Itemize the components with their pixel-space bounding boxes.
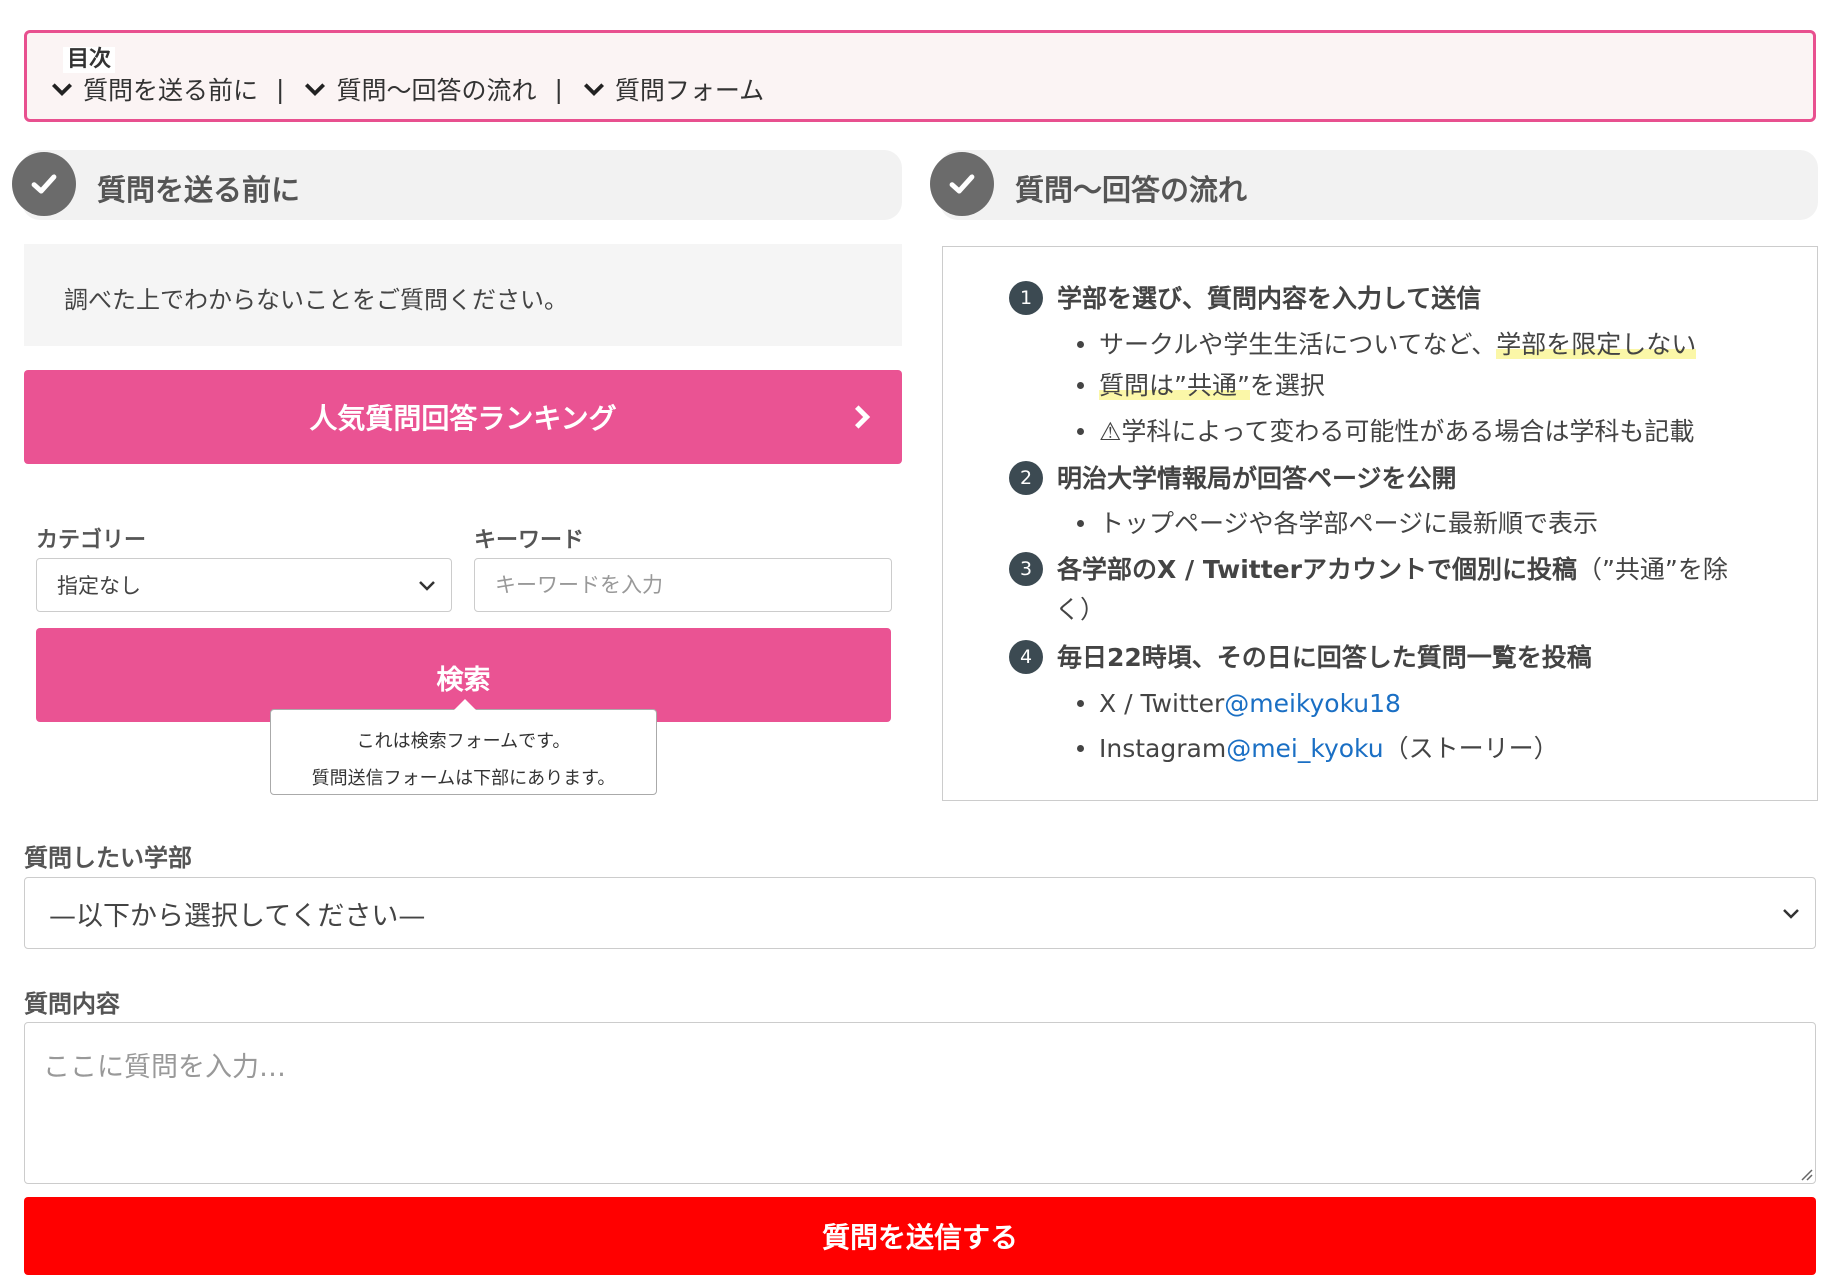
list-item: X / Twitter@meikyoku18 [1077, 683, 1401, 724]
chevron-down-icon [419, 581, 435, 591]
toc-item-flow[interactable]: 質問〜回答の流れ [302, 71, 536, 107]
faculty-label: 質問したい学部 [24, 844, 192, 872]
step-note: （”共通”を除 [1576, 555, 1728, 584]
step-2: 2 明治大学情報局が回答ページを公開 [1009, 459, 1457, 499]
bullet-text: サークルや学生生活についてなど、 [1099, 330, 1497, 359]
tooltip-line: 質問送信フォームは下部にあります。 [311, 768, 616, 789]
bullet-text: を選択 [1249, 371, 1325, 400]
chevron-down-icon [305, 83, 326, 97]
keyword-label: キーワード [474, 528, 585, 553]
check-icon [930, 152, 994, 216]
toc-items: 質問を送る前に | 質問〜回答の流れ | 質問フォーム [49, 69, 764, 109]
category-label: カテゴリー [36, 528, 147, 553]
list-item: サークルや学生生活についてなど、学部を限定しない [1076, 324, 1697, 365]
toc-separator: | [554, 74, 563, 104]
resize-handle-icon[interactable] [1797, 1165, 1813, 1181]
toc-item-before-question[interactable]: 質問を送る前に [49, 71, 258, 107]
step-number-badge: 3 [1009, 552, 1043, 586]
faculty-select[interactable]: —以下から選択してください— [24, 877, 1816, 949]
list-item: Instagram@mei_kyoku（ストーリー） [1077, 728, 1559, 769]
category-select-value: 指定なし [57, 574, 141, 598]
content-label: 質問内容 [24, 990, 120, 1018]
info-box: 調べた上でわからないことをご質問ください。 [24, 244, 902, 346]
bullet-text: Instagram [1099, 734, 1227, 763]
search-button-label: 検索 [436, 665, 491, 696]
step-number-badge: 1 [1009, 281, 1043, 315]
instagram-link[interactable]: @mei_kyoku [1226, 734, 1383, 763]
list-item: トップページや各学部ページに最新順で表示 [1076, 503, 1599, 544]
chevron-down-icon [583, 83, 604, 97]
bullet-text: X / Twitter [1099, 689, 1225, 718]
submit-button-label: 質問を送信する [821, 1221, 1018, 1254]
step-4: 4 毎日22時頃、その日に回答した質問一覧を投稿 [1009, 638, 1592, 678]
toc-item-label: 質問フォーム [614, 76, 765, 105]
step-1: 1 学部を選び、質問内容を入力して送信 [1009, 279, 1481, 319]
table-of-contents: 目次 質問を送る前に | 質問〜回答の流れ | 質問フォーム [24, 30, 1816, 122]
toc-separator: | [276, 74, 285, 104]
section-header-before-question: 質問を送る前に [12, 150, 902, 220]
list-item-continuation: 質問は”共通”を選択 [1077, 365, 1325, 406]
submit-button[interactable]: 質問を送信する [24, 1197, 1816, 1275]
step-text: 明治大学情報局が回答ページを公開 [1057, 464, 1457, 493]
search-tooltip: これは検索フォームです。 質問送信フォームは下部にあります。 [270, 699, 657, 795]
chevron-down-icon [51, 83, 73, 97]
step-note-continuation: く） [1055, 595, 1106, 624]
faculty-select-value: —以下から選択してください— [49, 900, 426, 932]
question-textarea[interactable]: ここに質問を入力… [24, 1022, 1816, 1184]
section-title: 質問〜回答の流れ [1015, 173, 1248, 207]
twitter-link[interactable]: @meikyoku18 [1224, 689, 1401, 718]
step-text: 各学部のX / Twitterアカウントで個別に投稿（”共通”を除 [1057, 550, 1728, 590]
chevron-right-icon [854, 405, 871, 429]
ranking-button[interactable]: 人気質問回答ランキング [24, 370, 902, 464]
list-item: ⚠学科によって変わる可能性がある場合は学科も記載 [1076, 411, 1695, 452]
tooltip-line: これは検索フォームです。 [356, 731, 571, 752]
step-3: 3 各学部のX / Twitterアカウントで個別に投稿（”共通”を除 [1009, 550, 1728, 590]
bullet-text: （ストーリー） [1383, 734, 1559, 763]
bullet-text: ⚠学科によって変わる可能性がある場合は学科も記載 [1099, 417, 1695, 446]
flow-box: 1 学部を選び、質問内容を入力して送信 サークルや学生生活についてなど、学部を限… [942, 246, 1818, 801]
section-title: 質問を送る前に [97, 173, 301, 207]
highlighted-text: 学部を限定しない [1496, 330, 1697, 359]
step-text-bold: 各学部のX / Twitterアカウントで個別に投稿 [1057, 555, 1577, 584]
step-number-badge: 4 [1009, 640, 1043, 674]
section-header-flow: 質問〜回答の流れ [930, 150, 1818, 220]
toc-item-label: 質問〜回答の流れ [336, 76, 537, 105]
highlighted-text: 質問は”共通” [1099, 371, 1250, 400]
category-select[interactable]: 指定なし [36, 558, 452, 612]
step-number-badge: 2 [1009, 461, 1043, 495]
check-icon [12, 152, 76, 216]
toc-item-label: 質問を送る前に [83, 76, 259, 105]
toc-item-question-form[interactable]: 質問フォーム [581, 71, 764, 107]
textarea-placeholder: ここに質問を入力… [43, 1052, 286, 1083]
ranking-button-label: 人気質問回答ランキング [309, 402, 617, 435]
chevron-down-icon [1783, 909, 1799, 919]
step-text: 毎日22時頃、その日に回答した質問一覧を投稿 [1057, 643, 1592, 672]
keyword-input[interactable] [474, 558, 892, 612]
bullet-text: トップページや各学部ページに最新順で表示 [1099, 509, 1599, 538]
step-text: 学部を選び、質問内容を入力して送信 [1057, 284, 1482, 313]
